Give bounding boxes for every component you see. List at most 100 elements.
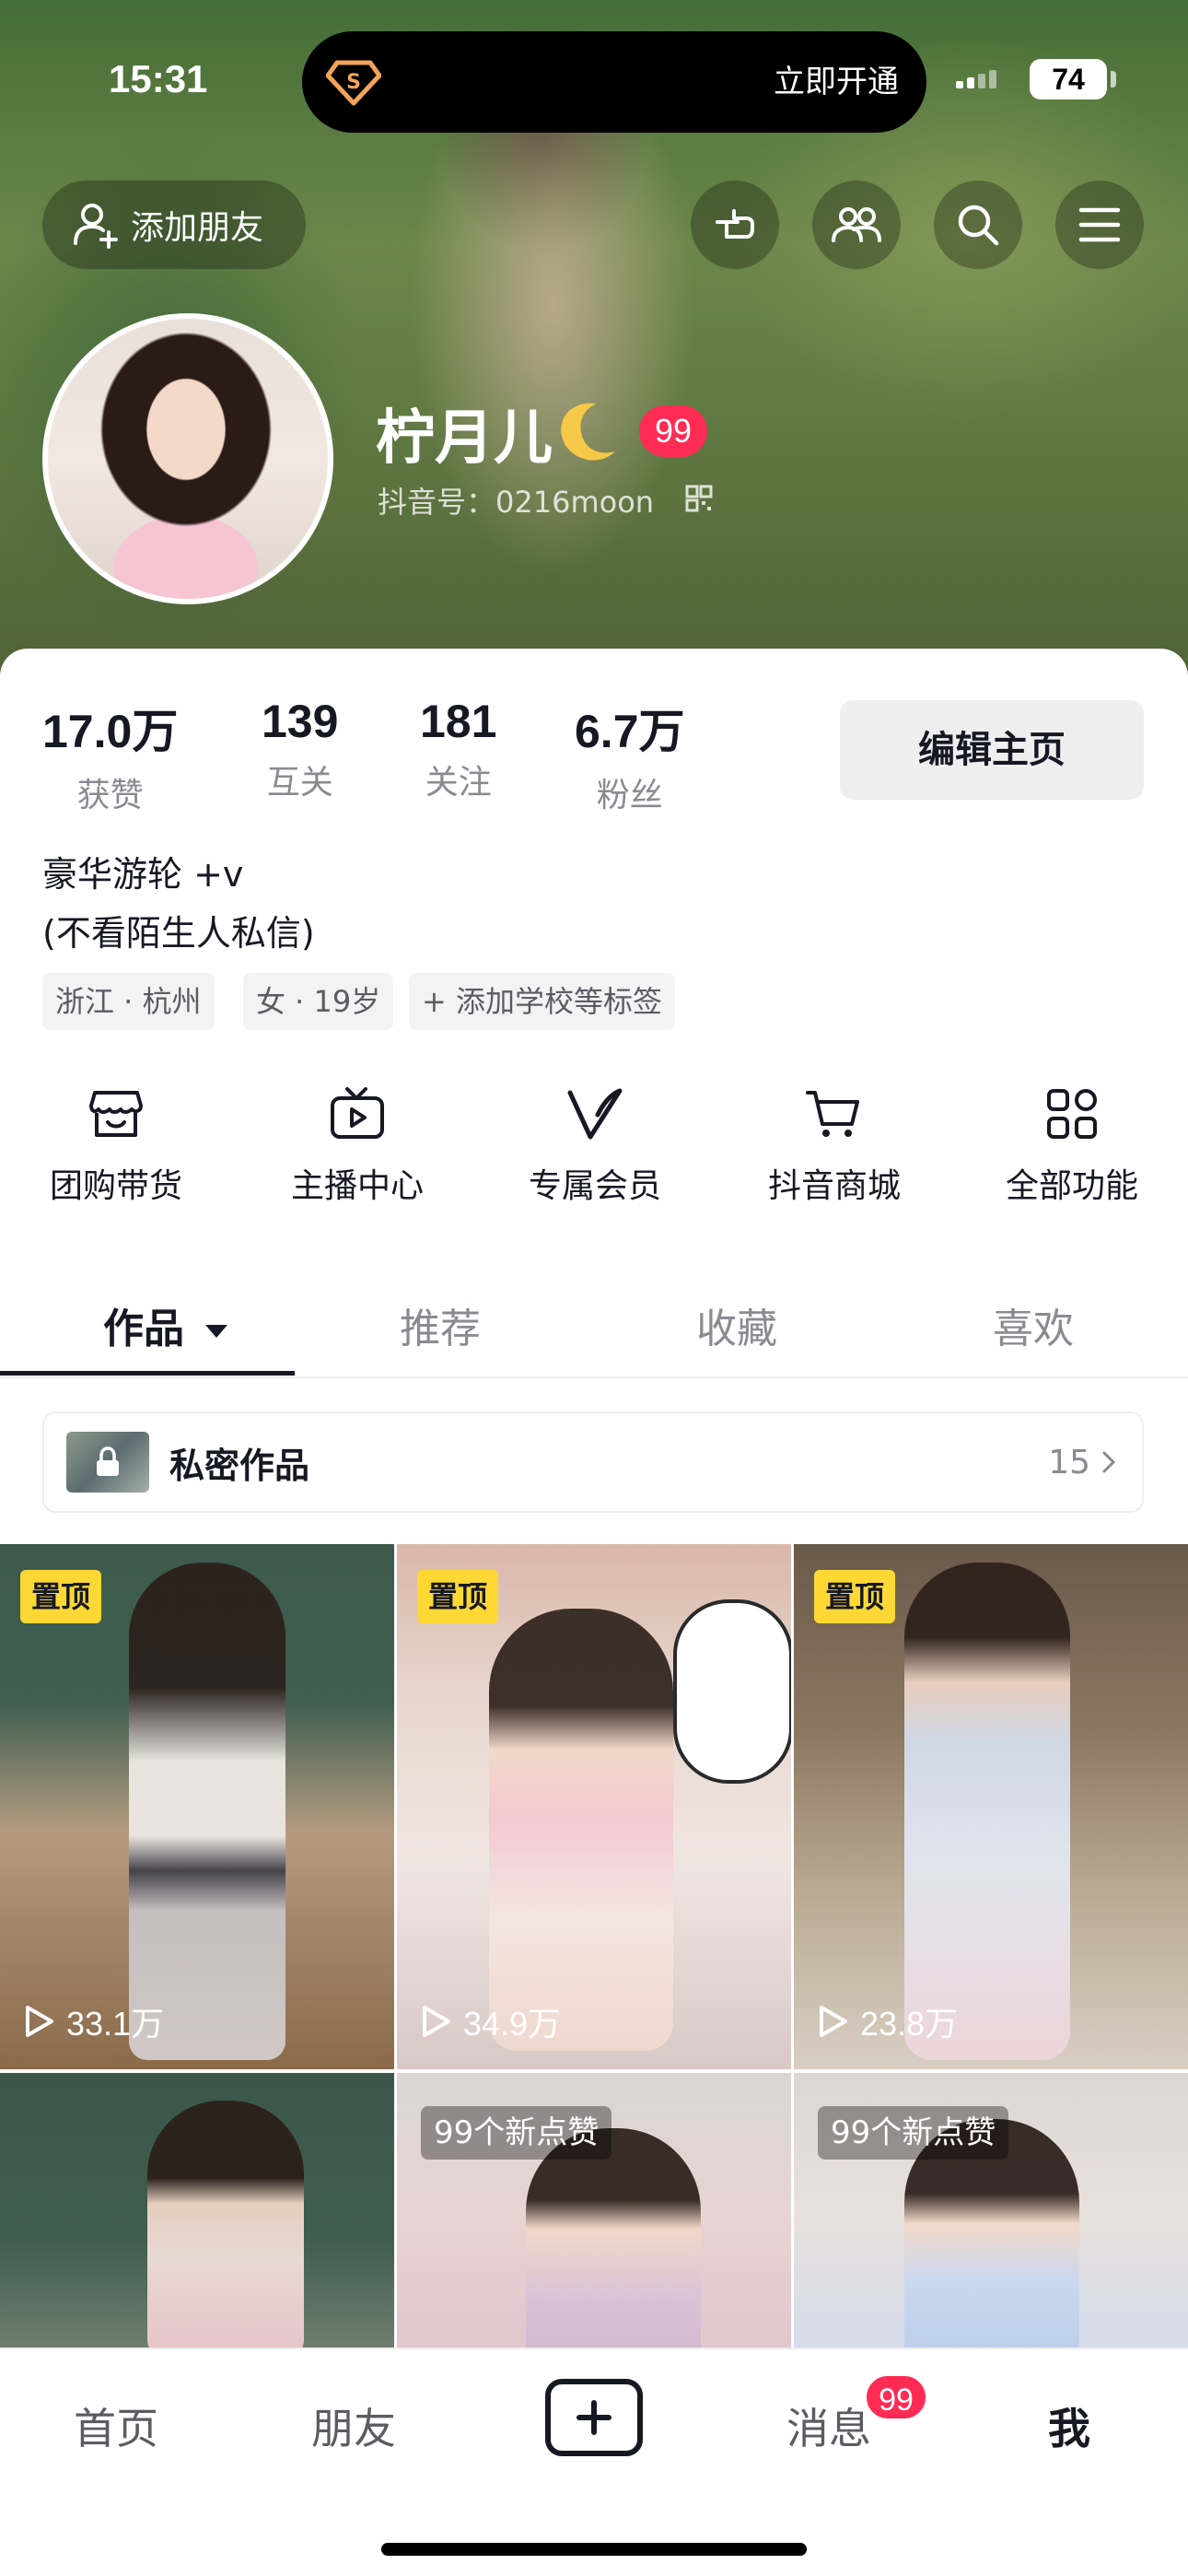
- qr-code-icon[interactable]: [685, 485, 713, 512]
- stat-value: 139: [262, 696, 339, 747]
- tool-streamer-center[interactable]: 主播中心: [256, 1083, 459, 1207]
- fans-group-button[interactable]: [812, 181, 901, 269]
- new-likes-badge: 99个新点赞: [818, 2106, 1009, 2160]
- lock-icon: [97, 1446, 119, 1476]
- chevron-right-icon: [1102, 1451, 1116, 1473]
- tool-label: 主播中心: [290, 1167, 424, 1205]
- shop-icon: [89, 1091, 143, 1137]
- stat-followers[interactable]: 6.7万 粉丝: [575, 695, 685, 816]
- avatar[interactable]: [42, 313, 333, 604]
- gender-age-tag[interactable]: 女 · 19岁: [243, 973, 394, 1030]
- tab-works-label: 作品: [103, 1306, 184, 1352]
- bottom-nav: 首页 朋友 消息 99 我: [0, 2348, 1188, 2576]
- video-thumbnail-figure: [526, 2128, 701, 2349]
- tool-membership[interactable]: 专属会员: [494, 1083, 696, 1207]
- battery-nub: [1111, 71, 1116, 88]
- play-count-value: 33.1万: [66, 2005, 165, 2043]
- video-thumbnail-figure: [129, 1563, 285, 2060]
- group-icon: [832, 207, 881, 242]
- visitor-button[interactable]: [691, 181, 779, 269]
- nickname: 柠月儿: [376, 404, 553, 473]
- plus-icon: [577, 2400, 611, 2435]
- hand-pointer-icon: [716, 209, 754, 239]
- dynamic-island[interactable]: S 立即开通: [302, 31, 926, 133]
- nav-home[interactable]: 首页: [74, 2395, 158, 2456]
- video-tile[interactable]: 99个新点赞: [397, 2073, 791, 2349]
- stat-mutual[interactable]: 139 互关: [262, 695, 338, 803]
- stat-label: 关注: [425, 764, 492, 802]
- nav-messages[interactable]: 消息: [786, 2395, 871, 2456]
- nav-friends[interactable]: 朋友: [311, 2395, 396, 2456]
- private-thumbnail: [66, 1432, 149, 1493]
- active-tab-indicator: [0, 1371, 295, 1376]
- pinned-badge: 置顶: [417, 1570, 499, 1623]
- tool-label: 专属会员: [528, 1167, 661, 1205]
- tool-all-features[interactable]: 全部功能: [971, 1083, 1173, 1207]
- vip-icon: [567, 1088, 623, 1140]
- douyin-id[interactable]: 抖音号：0216moon: [378, 479, 654, 521]
- bio-line: 豪华游轮 +v: [42, 854, 244, 895]
- stat-label: 粉丝: [596, 777, 663, 814]
- edit-profile-button[interactable]: 编辑主页: [840, 700, 1144, 800]
- tab-works[interactable]: 作品: [103, 1295, 229, 1354]
- tool-group-buying[interactable]: 团购带货: [15, 1083, 217, 1207]
- video-thumbnail-figure: [489, 1609, 673, 2051]
- pinned-badge: 置顶: [814, 1570, 896, 1623]
- cart-icon: [806, 1091, 859, 1137]
- add-friend-button[interactable]: 添加朋友: [42, 181, 306, 269]
- tool-label: 团购带货: [49, 1167, 182, 1205]
- video-tile[interactable]: 99个新点赞: [794, 2073, 1188, 2349]
- stat-likes[interactable]: 17.0万 获赞: [42, 695, 178, 816]
- add-tag-button[interactable]: + 添加学校等标签: [409, 973, 675, 1030]
- play-count-value: 34.9万: [463, 2005, 562, 2043]
- vip-diamond-icon: S: [326, 60, 381, 106]
- grid-icon: [1047, 1089, 1097, 1139]
- stat-label: 获赞: [76, 777, 144, 814]
- level-badge[interactable]: 99: [639, 405, 707, 457]
- menu-icon: [1078, 207, 1121, 242]
- video-tile[interactable]: 置顶 34.9万: [397, 1544, 791, 2069]
- video-tile[interactable]: [0, 2073, 394, 2349]
- tab-liked[interactable]: 喜欢: [993, 1295, 1074, 1354]
- stat-label: 互关: [266, 764, 333, 802]
- create-button[interactable]: [545, 2379, 643, 2456]
- caret-down-icon: [205, 1325, 228, 1338]
- private-works-row[interactable]: 私密作品 15: [42, 1411, 1144, 1513]
- home-indicator: [381, 2543, 807, 2556]
- tab-favorites[interactable]: 收藏: [696, 1295, 777, 1354]
- search-button[interactable]: [934, 181, 1022, 269]
- tool-label: 抖音商城: [767, 1167, 901, 1205]
- stat-value: 181: [420, 696, 497, 747]
- play-icon: [820, 2006, 847, 2037]
- tv-icon: [331, 1087, 384, 1139]
- video-thumbnail-decor: [673, 1599, 791, 1784]
- tab-divider: [0, 1376, 1188, 1378]
- new-likes-badge: 99个新点赞: [421, 2106, 612, 2160]
- video-thumbnail-figure: [147, 2101, 304, 2349]
- video-thumbnail-figure: [904, 1563, 1070, 2060]
- signal-icon: [956, 68, 998, 88]
- play-count-value: 23.8万: [860, 2005, 959, 2043]
- video-tile[interactable]: 置顶 23.8万: [794, 1544, 1188, 2069]
- message-badge: 99: [864, 2373, 928, 2421]
- stat-following[interactable]: 181 关注: [420, 695, 496, 803]
- video-tile[interactable]: 置顶 33.1万: [0, 1544, 394, 2069]
- play-count: 34.9万: [421, 1997, 561, 2045]
- add-friend-label: 添加朋友: [131, 209, 264, 247]
- private-works-label: 私密作品: [169, 1445, 310, 1486]
- bio-line: (不看陌生人私信): [42, 913, 315, 954]
- nav-me[interactable]: 我: [1048, 2395, 1090, 2456]
- svg-text:S: S: [346, 71, 361, 94]
- battery-icon: 74: [1030, 59, 1107, 100]
- play-icon: [423, 2006, 450, 2037]
- play-count: 33.1万: [24, 1997, 164, 2045]
- menu-button[interactable]: [1055, 181, 1144, 269]
- location-tag[interactable]: 浙江 · 杭州: [42, 973, 215, 1030]
- status-time: 15:31: [109, 57, 208, 100]
- open-membership-link[interactable]: 立即开通: [774, 59, 899, 105]
- stat-value: 17.0万: [42, 706, 179, 757]
- tab-recommend[interactable]: 推荐: [400, 1295, 481, 1354]
- tool-mall[interactable]: 抖音商城: [733, 1083, 936, 1207]
- play-icon: [26, 2006, 53, 2037]
- pinned-badge: 置顶: [20, 1570, 102, 1623]
